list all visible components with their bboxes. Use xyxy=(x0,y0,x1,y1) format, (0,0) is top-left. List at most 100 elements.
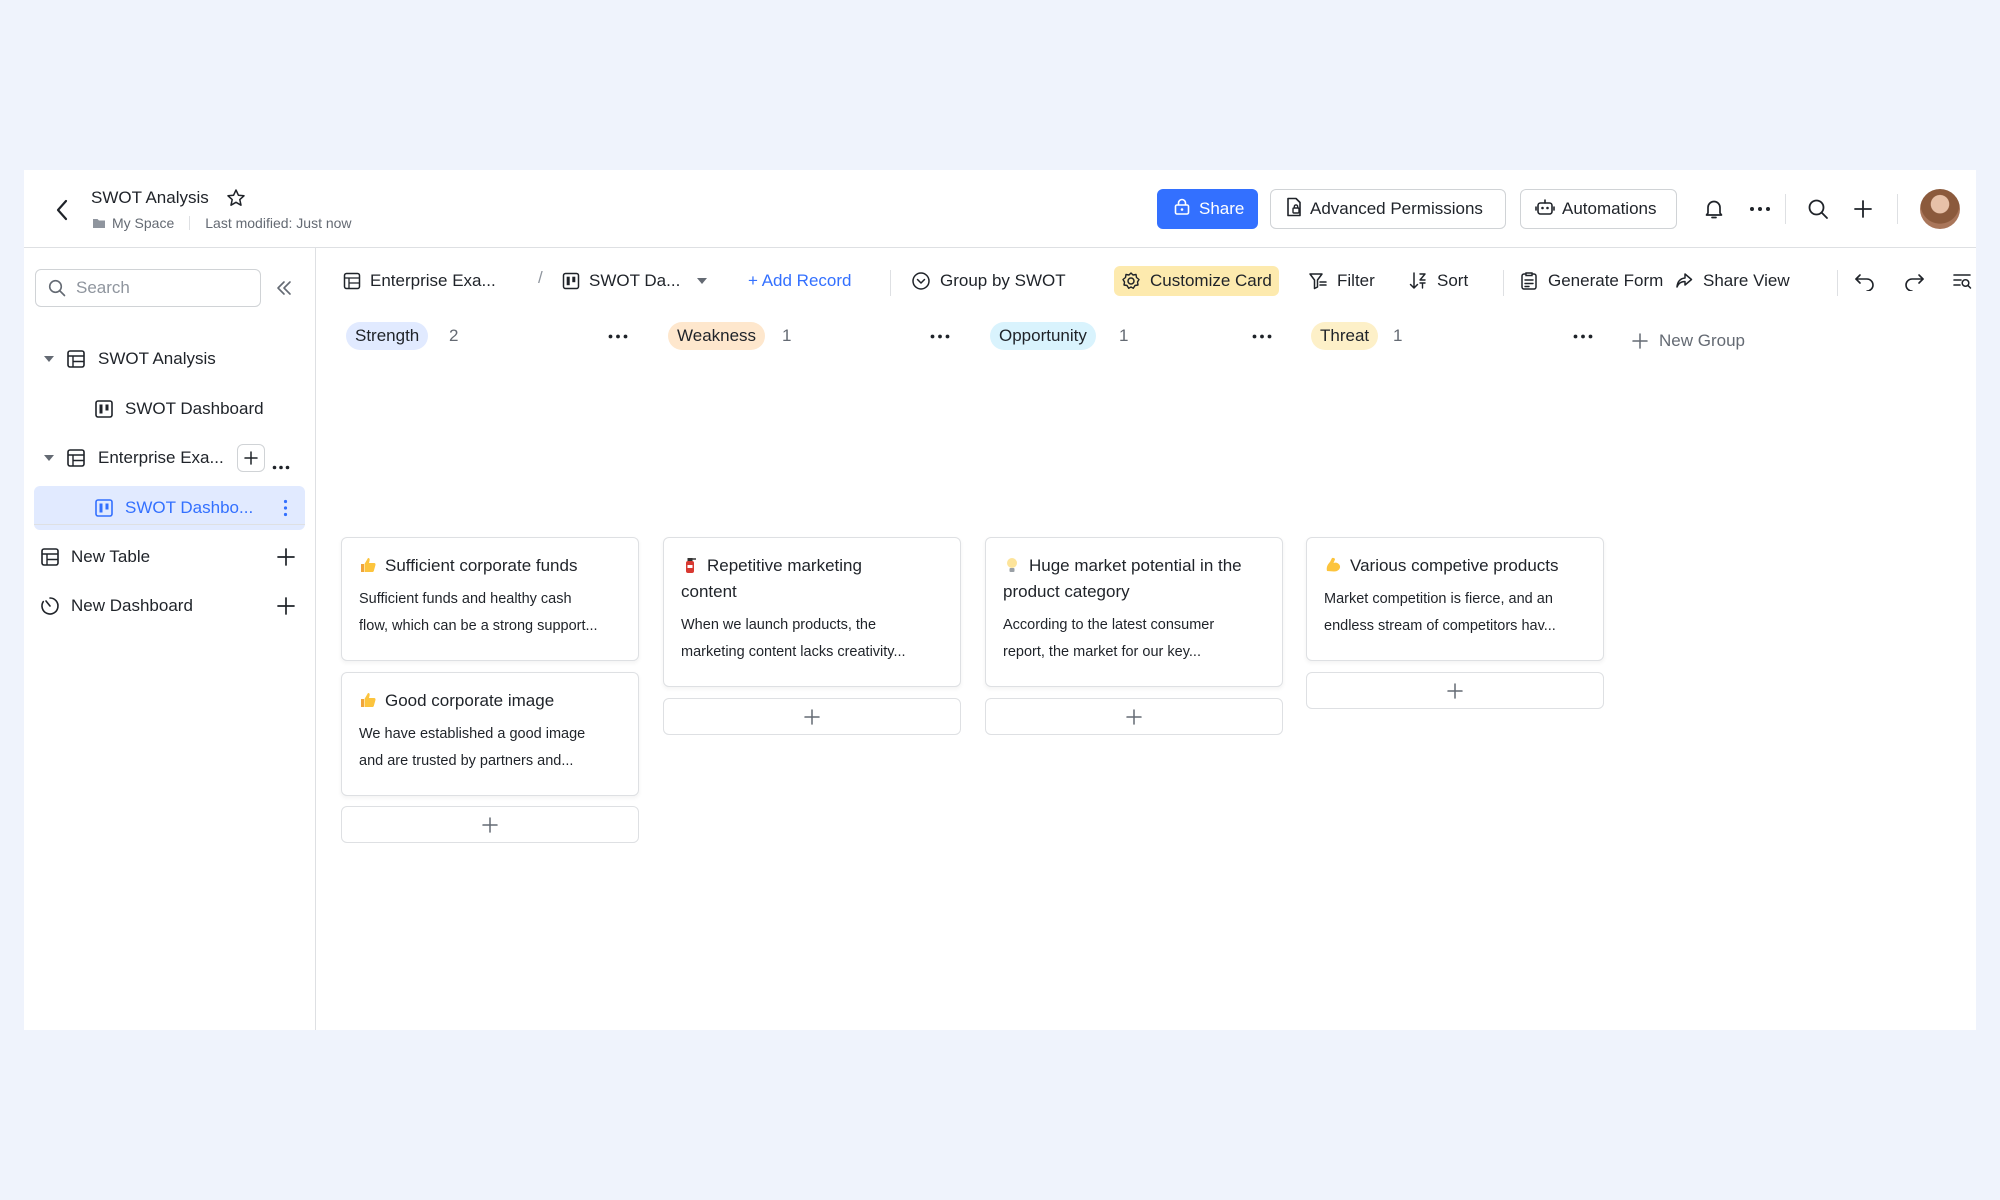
sidebar-item-enterprise[interactable]: Enterprise Exa... xyxy=(34,436,305,480)
share-label: Share xyxy=(1199,199,1245,218)
filter-button[interactable]: Filter xyxy=(1308,266,1375,296)
robot-icon xyxy=(1535,198,1555,221)
share-view-button[interactable]: Share View xyxy=(1674,266,1790,296)
breadcrumb-separator: / xyxy=(538,268,543,287)
add-card-button[interactable] xyxy=(985,698,1283,735)
card-title-text: Various competive products xyxy=(1350,556,1559,575)
card-title-text: product category xyxy=(1003,582,1130,601)
chevron-left-icon xyxy=(56,199,68,221)
group-tag[interactable]: Strength xyxy=(346,322,429,350)
collapse-sidebar-icon[interactable] xyxy=(274,278,294,298)
add-view-button[interactable] xyxy=(237,444,265,472)
sort-label: Sort xyxy=(1437,271,1469,290)
add-card-button[interactable] xyxy=(663,698,961,735)
sidebar-item-label: SWOT Analysis xyxy=(98,349,216,368)
group-tag[interactable]: Threat xyxy=(1311,322,1379,350)
bell-icon[interactable] xyxy=(1699,194,1729,224)
card-description: report, the market for our key... xyxy=(1003,644,1201,660)
sidebar-item-swot-dashboard[interactable]: SWOT Dashboard xyxy=(34,387,305,431)
card-title: Repetitive marketing content xyxy=(681,553,946,605)
group-tag[interactable]: Weakness xyxy=(668,322,766,350)
search-input[interactable] xyxy=(76,278,246,298)
card-title: Good corporate image xyxy=(359,688,624,714)
customize-card-button[interactable]: Customize Card xyxy=(1114,266,1279,296)
table-icon xyxy=(66,349,86,369)
card-title-text: Repetitive marketing xyxy=(707,556,862,575)
group-tag[interactable]: Opportunity xyxy=(990,322,1096,350)
card-title-text: Sufficient corporate funds xyxy=(385,556,578,575)
avatar[interactable] xyxy=(1920,189,1960,229)
table-icon xyxy=(40,547,60,567)
sort-button[interactable]: Sort xyxy=(1408,266,1468,296)
record-card[interactable]: Repetitive marketing content When we laun… xyxy=(663,537,961,687)
new-group-button[interactable]: New Group xyxy=(1631,326,1745,356)
more-icon[interactable] xyxy=(272,455,290,475)
new-group-label: New Group xyxy=(1659,331,1745,350)
star-icon[interactable] xyxy=(226,188,246,208)
group-by-button[interactable]: Group by SWOT xyxy=(911,266,1066,296)
generate-form-button[interactable]: Generate Form xyxy=(1519,266,1663,296)
plus-icon[interactable] xyxy=(1848,194,1878,224)
toolbar-divider xyxy=(890,270,891,296)
advanced-permissions-button[interactable]: Advanced Permissions xyxy=(1270,189,1506,229)
location-link[interactable]: My Space xyxy=(112,215,174,231)
table-breadcrumb-label: Enterprise Exa... xyxy=(370,271,496,290)
sidebar-item-label: SWOT Dashbo... xyxy=(125,498,254,517)
light-bulb-icon xyxy=(1003,556,1021,574)
plus-icon[interactable] xyxy=(277,548,295,571)
search-icon[interactable] xyxy=(1803,194,1833,224)
card-description: According to the latest consumer xyxy=(1003,617,1215,633)
search-icon xyxy=(48,279,66,297)
more-icon[interactable] xyxy=(927,324,953,348)
share-button[interactable]: Share xyxy=(1157,189,1258,229)
add-card-button[interactable] xyxy=(1306,672,1604,709)
plus-icon xyxy=(804,708,820,725)
record-card[interactable]: Sufficient corporate funds Sufficient fu… xyxy=(341,537,639,661)
card-description: marketing content lacks creativity... xyxy=(681,644,906,660)
more-icon[interactable] xyxy=(1745,194,1775,224)
card-title: Sufficient corporate funds xyxy=(359,553,624,579)
record-card[interactable]: Various competive products Market compet… xyxy=(1306,537,1604,661)
record-card[interactable]: Good corporate image We have established… xyxy=(341,672,639,796)
more-icon[interactable] xyxy=(1249,324,1275,348)
toolbar-divider xyxy=(1503,270,1504,296)
undo-icon[interactable] xyxy=(1854,266,1876,296)
search-box[interactable] xyxy=(35,269,261,307)
card-description: Market competition is fierce, and an xyxy=(1324,591,1553,607)
view-search-icon[interactable] xyxy=(1952,266,1972,296)
plus-icon xyxy=(1447,682,1463,699)
caret-down-icon[interactable] xyxy=(696,277,708,285)
view-breadcrumb[interactable]: SWOT Da... xyxy=(562,266,708,296)
card-title-text: Good corporate image xyxy=(385,691,555,710)
more-icon[interactable] xyxy=(605,324,631,348)
new-table-button[interactable]: New Table xyxy=(34,535,305,579)
group-count: 1 xyxy=(1393,326,1403,345)
add-card-button[interactable] xyxy=(341,806,639,843)
redo-icon[interactable] xyxy=(1903,266,1925,296)
new-dashboard-button[interactable]: New Dashboard xyxy=(34,584,305,628)
folder-icon xyxy=(92,216,106,230)
kanban-icon xyxy=(94,399,114,419)
more-icon[interactable] xyxy=(1570,324,1596,348)
group-circle-icon xyxy=(911,271,931,291)
caret-down-icon[interactable] xyxy=(42,451,56,465)
group-header: Threat 1 xyxy=(1306,320,1604,352)
automations-button[interactable]: Automations xyxy=(1520,189,1677,229)
view-toolbar: Enterprise Exa... / SWOT Da... + Add Rec… xyxy=(316,248,1976,312)
sidebar-item-swot-analysis[interactable]: SWOT Analysis xyxy=(34,337,305,381)
view-breadcrumb-label: SWOT Da... xyxy=(589,271,681,290)
back-button[interactable] xyxy=(46,194,78,226)
record-card[interactable]: Huge market potential in the product cate… xyxy=(985,537,1283,687)
table-breadcrumb[interactable]: Enterprise Exa... xyxy=(343,266,496,296)
filter-label: Filter xyxy=(1337,271,1375,290)
thumbs-up-icon xyxy=(359,556,377,574)
card-title: Various competive products xyxy=(1324,553,1589,579)
kanban-icon xyxy=(94,498,114,518)
group-count: 2 xyxy=(449,326,459,345)
share-lock-icon xyxy=(1173,198,1191,221)
plus-icon[interactable] xyxy=(277,597,295,620)
add-record-button[interactable]: + Add Record xyxy=(748,266,852,296)
gear-icon xyxy=(1121,271,1141,291)
vertical-more-icon[interactable] xyxy=(283,499,288,522)
caret-down-icon[interactable] xyxy=(42,352,56,366)
